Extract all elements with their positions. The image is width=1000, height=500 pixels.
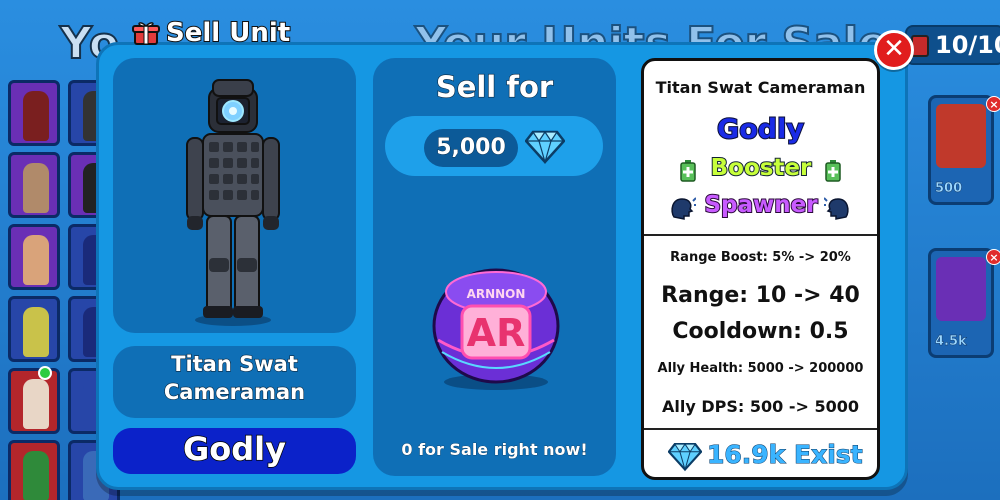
info-divider [644,234,877,236]
unit-name: Titan Swat Cameraman [163,351,306,404]
speaking-head-icon [671,197,696,220]
for-sale-count-note: 0 for Sale right now! [401,440,588,460]
diamond-gem-icon [668,443,702,472]
info-unit-name: Titan Swat Cameraman [655,78,866,97]
unit-preview-panel [113,58,356,333]
cooldown-stat: Cooldown: 0.5 [672,319,849,344]
inventory-tile[interactable] [8,80,60,146]
for-sale-tile[interactable]: 4.5k [928,248,994,358]
exist-count: 16.9k Exist [707,440,864,470]
capacity-counter: 10/10 [905,25,1000,65]
sell-price-value[interactable]: 5,000 [424,129,518,167]
speaking-head-icon [824,197,849,220]
crate-label: AR [467,311,526,355]
battery-icon [825,160,841,182]
unit-rarity: Godly [182,429,286,469]
remove-listing-icon[interactable]: × [986,96,1000,112]
ally-health-stat: Ally Health: 5000 -> 200000 [657,361,864,376]
close-button[interactable]: ✕ [874,30,914,70]
ally-dps-stat: Ally DPS: 500 -> 5000 [662,397,859,416]
rarity-tag: Godly [716,113,805,146]
modal-header: Sell Unit [132,17,291,49]
capacity-value: 10/10 [935,31,1000,59]
for-sale-tile[interactable]: 500 [928,95,994,205]
inventory-tile[interactable] [8,368,60,434]
inventory-tile[interactable] [8,152,60,218]
for-sale-price: 4.5k [935,334,967,349]
neon-crate-icon: ARNNON AR [428,262,563,392]
inventory-tile[interactable] [8,296,60,362]
inventory-tile[interactable] [8,440,60,500]
inventory-column [0,80,120,500]
battery-icon [680,160,696,182]
inventory-tile[interactable] [8,224,60,290]
spawner-tag: Spawner [703,191,818,219]
remove-listing-icon[interactable]: × [986,249,1000,265]
sell-for-title: Sell for [435,69,554,104]
booster-tag: Booster [710,154,813,182]
unit-avatar [173,70,293,328]
modal-title: Sell Unit [165,17,291,49]
equipped-check-icon [38,366,52,380]
gift-box-icon [132,20,160,46]
for-sale-price: 500 [935,181,963,196]
diamond-gem-icon [525,130,565,164]
crate-top-label: ARNNON [467,287,526,301]
info-divider [644,428,877,430]
range-boost-stat: Range Boost: 5% -> 20% [670,250,851,265]
range-stat: Range: 10 -> 40 [661,283,860,308]
